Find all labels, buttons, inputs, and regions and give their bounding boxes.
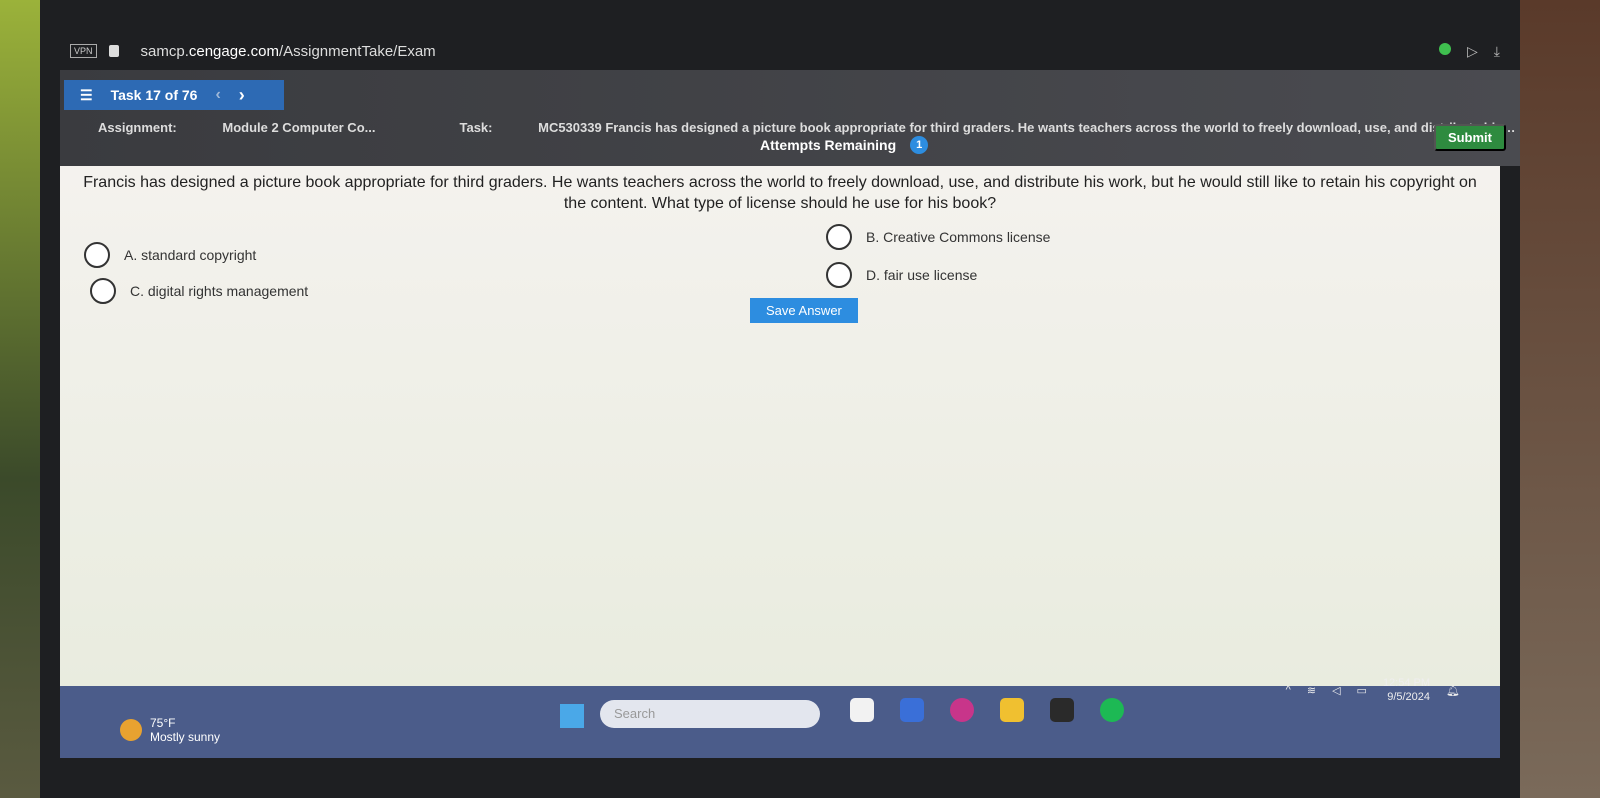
option-label: A. standard copyright (124, 247, 257, 263)
file-explorer-icon[interactable] (1000, 698, 1024, 722)
task-info: Assignment: Module 2 Computer Co... Task:… (98, 120, 1518, 135)
task-value: MC530339 Francis has designed a picture … (538, 120, 1518, 135)
download-icon[interactable]: ⤓ (1494, 43, 1500, 60)
app-icon[interactable] (850, 698, 874, 722)
date: 9/5/2024 (1387, 691, 1431, 703)
bell-icon[interactable]: 🔔︎ (1446, 684, 1460, 697)
background-edge (1520, 0, 1600, 798)
radio-button[interactable] (90, 278, 116, 304)
option-d[interactable]: D. fair use license (826, 262, 977, 288)
task-counter: Task 17 of 76 (110, 87, 198, 103)
background-edge (0, 0, 40, 798)
option-label: B. Creative Commons license (866, 229, 1051, 245)
temperature: 75°F (150, 716, 176, 730)
screen: VPN samcp.cengage.com/AssignmentTake/Exa… (40, 0, 1520, 798)
radio-button[interactable] (826, 262, 852, 288)
option-c[interactable]: C. digital rights management (90, 278, 308, 304)
spotify-icon[interactable] (1100, 698, 1124, 722)
exam-header: ☰ Task 17 of 76 ‹ › Assignment: Module 2… (60, 70, 1520, 166)
send-icon[interactable]: ▷ (1467, 43, 1478, 60)
battery-icon[interactable]: ▭ (1357, 684, 1367, 697)
address-bar[interactable]: VPN samcp.cengage.com/AssignmentTake/Exa… (70, 38, 1500, 64)
save-answer-button[interactable]: Save Answer (750, 298, 858, 323)
option-b[interactable]: B. Creative Commons license (826, 224, 1050, 250)
attempts-label: Attempts Remaining (760, 137, 897, 153)
assignment-value: Module 2 Computer Co... (222, 120, 376, 135)
chevron-up-icon[interactable]: ^ (1286, 684, 1291, 696)
task-navigator: ☰ Task 17 of 76 ‹ › (64, 80, 284, 110)
clock[interactable]: 12:54 PM 9/5/2024 (1383, 676, 1430, 704)
weather-widget[interactable]: 75°F Mostly sunny (120, 716, 220, 744)
weather-text: Mostly sunny (150, 730, 221, 744)
sun-icon (120, 719, 142, 741)
option-label: D. fair use license (866, 267, 978, 283)
question-panel: Francis has designed a picture book appr… (60, 166, 1500, 686)
start-icon[interactable] (560, 704, 584, 728)
wifi-icon[interactable]: ≋ (1307, 684, 1316, 697)
prev-task-button[interactable]: ‹ (215, 86, 220, 104)
app-icon[interactable] (950, 698, 974, 722)
teams-icon[interactable] (900, 698, 924, 722)
app-icon[interactable] (1050, 698, 1074, 722)
url-text[interactable]: samcp.cengage.com/AssignmentTake/Exam (141, 43, 436, 60)
taskbar-search[interactable]: Search (600, 700, 820, 728)
system-tray: ^ ≋ ◁ ▭ 12:54 PM 9/5/2024 🔔︎ (1286, 676, 1460, 704)
time: 12:54 PM (1382, 677, 1431, 689)
task-label: Task: (459, 120, 493, 135)
radio-button[interactable] (826, 224, 852, 250)
submit-button[interactable]: Submit (1433, 124, 1506, 151)
radio-button[interactable] (84, 242, 110, 268)
option-a[interactable]: A. standard copyright (84, 242, 256, 268)
assignment-label: Assignment: (98, 120, 177, 135)
attempts-badge: 1 (910, 136, 929, 154)
question-text: Francis has designed a picture book appr… (83, 174, 1477, 212)
vpn-badge[interactable]: VPN (70, 44, 97, 58)
lock-icon (108, 45, 119, 57)
menu-icon[interactable]: ☰ (80, 87, 93, 104)
option-label: C. digital rights management (130, 283, 309, 299)
next-task-button[interactable]: › (239, 85, 245, 106)
windows-taskbar: 75°F Mostly sunny Search ^ ≋ ◁ ▭ 12:54 PM… (60, 677, 1500, 758)
attempts-remaining: Attempts Remaining 1 (760, 136, 929, 154)
extension-icon[interactable] (1439, 42, 1452, 55)
volume-icon[interactable]: ◁ (1332, 684, 1340, 697)
